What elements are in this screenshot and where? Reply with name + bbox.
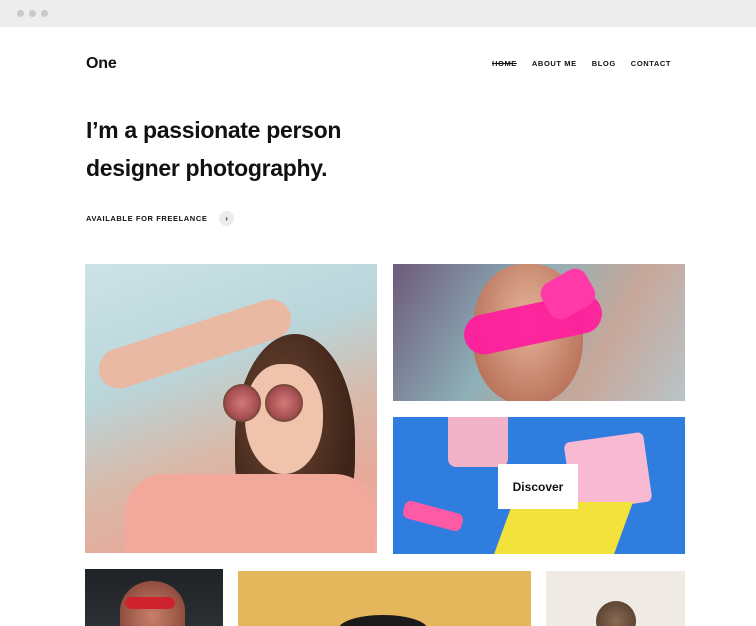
gallery-photo-pink-paint[interactable] — [393, 264, 685, 401]
chevron-right-icon[interactable]: › — [219, 211, 235, 226]
nav-item-blog[interactable]: BLOG — [592, 59, 616, 68]
window-dot-icon — [17, 10, 24, 17]
freelance-label: AVAILABLE FOR FREELANCE — [86, 214, 208, 223]
nav-item-home[interactable]: HOME — [492, 59, 517, 68]
nav-item-about-me[interactable]: ABOUT ME — [532, 59, 577, 68]
gallery-photo-yellow-background[interactable] — [238, 571, 531, 626]
site-logo[interactable]: One — [86, 55, 117, 73]
browser-chrome — [0, 0, 756, 27]
hero-headline: I’m a passionate person designer photogr… — [86, 111, 486, 187]
gallery-photo-light-portrait[interactable] — [546, 571, 685, 626]
main-nav: HOME ABOUT ME BLOG CONTACT — [492, 59, 671, 68]
gallery-photo-sunglasses-portrait[interactable] — [85, 264, 377, 553]
nav-item-contact[interactable]: CONTACT — [631, 59, 671, 68]
freelance-cta[interactable]: AVAILABLE FOR FREELANCE › — [86, 211, 235, 226]
discover-button[interactable]: Discover — [498, 464, 578, 509]
window-dot-icon — [41, 10, 48, 17]
hero-line-1: I’m a passionate person — [86, 117, 342, 143]
window-dot-icon — [29, 10, 36, 17]
gallery-photo-red-band-portrait[interactable] — [85, 569, 223, 626]
hero-line-2: designer photography. — [86, 155, 328, 181]
